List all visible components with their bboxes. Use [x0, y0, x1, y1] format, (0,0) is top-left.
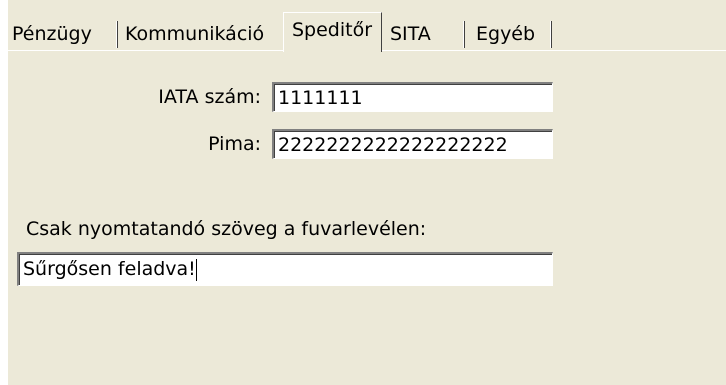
print-text-input[interactable]: Sűrgősen feladva!	[17, 252, 553, 286]
tab-strip: Pénzügy Kommunikáció Speditőr SITA Egyéb	[8, 12, 726, 52]
tab-egyeb-label: Egyéb	[476, 23, 536, 45]
tab-penzugy[interactable]: Pénzügy	[8, 18, 120, 50]
print-text-label: Csak nyomtatandó szöveg a fuvarlevélen:	[26, 218, 427, 240]
tab-speditor-label: Speditőr	[292, 19, 373, 41]
tab-sita[interactable]: SITA	[382, 18, 467, 50]
text-caret	[195, 258, 197, 281]
tab-kommunikacio[interactable]: Kommunikáció	[120, 18, 283, 50]
print-text-value: Sűrgősen feladva!	[23, 258, 196, 280]
tab-kommunikacio-label: Kommunikáció	[125, 23, 265, 45]
tab-separator	[550, 21, 552, 48]
pima-label: Pima:	[208, 133, 261, 155]
tab-penzugy-label: Pénzügy	[12, 23, 92, 45]
iata-label: IATA szám:	[158, 86, 261, 108]
tab-separator	[463, 21, 465, 48]
tab-egyeb[interactable]: Egyéb	[467, 18, 555, 50]
tab-separator	[116, 21, 118, 48]
iata-input[interactable]	[272, 82, 553, 112]
tab-speditor[interactable]: Speditőr	[283, 12, 382, 52]
pima-input[interactable]	[272, 129, 553, 159]
tab-sita-label: SITA	[390, 23, 431, 45]
tab-page-panel	[8, 0, 726, 385]
